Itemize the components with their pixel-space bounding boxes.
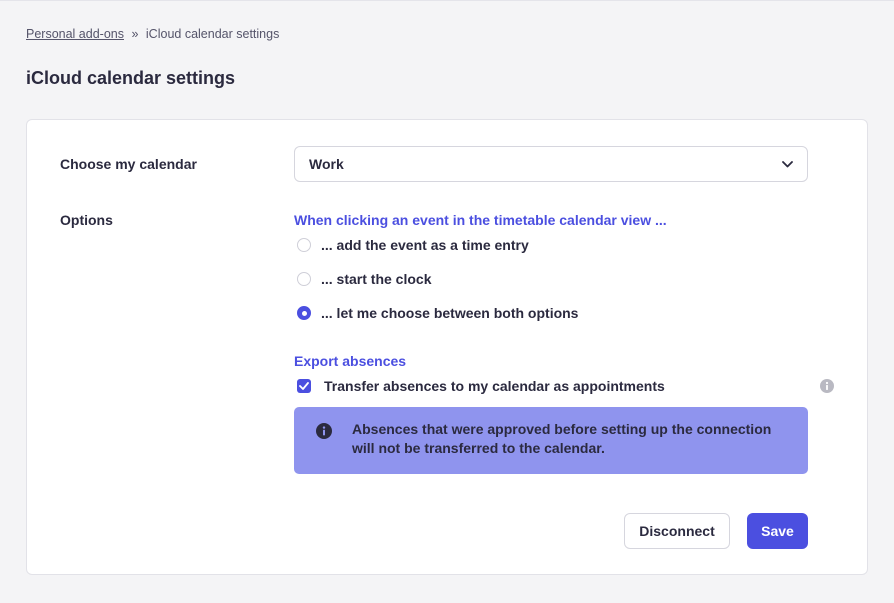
calendar-select-value: Work: [309, 156, 344, 172]
transfer-absences-checkbox-row[interactable]: Transfer absences to my calendar as appo…: [297, 378, 665, 394]
breadcrumb: Personal add-ons » iCloud calendar setti…: [26, 27, 279, 41]
radio-button[interactable]: [297, 238, 311, 252]
page-title: iCloud calendar settings: [26, 68, 236, 88]
breadcrumb-link-personal-add-ons[interactable]: Personal add-ons: [26, 27, 124, 41]
chevron-down-icon: [782, 160, 793, 167]
radio-add-time-entry[interactable]: ... add the event as a time entry: [297, 237, 529, 253]
radio-button[interactable]: [297, 272, 311, 286]
settings-card: Choose my calendar Work Options When cli…: [26, 119, 868, 575]
radio-start-clock[interactable]: ... start the clock: [297, 271, 431, 287]
info-circle-icon: [316, 423, 332, 439]
radio-choose-both[interactable]: ... let me choose between both options: [297, 305, 578, 321]
click-event-section-title: When clicking an event in the timetable …: [294, 212, 667, 228]
radio-button-checked[interactable]: [297, 306, 311, 320]
options-label: Options: [60, 212, 113, 228]
radio-label: ... let me choose between both options: [321, 305, 579, 321]
calendar-select[interactable]: Work: [294, 146, 808, 182]
checkmark-icon: [299, 382, 309, 390]
info-icon[interactable]: [820, 379, 834, 393]
breadcrumb-separator: »: [131, 27, 139, 41]
radio-label: ... add the event as a time entry: [321, 237, 529, 253]
transfer-absences-label: Transfer absences to my calendar as appo…: [324, 378, 665, 394]
breadcrumb-current: iCloud calendar settings: [145, 27, 280, 41]
save-button[interactable]: Save: [747, 513, 808, 549]
transfer-absences-checkbox[interactable]: [297, 379, 311, 393]
info-alert: Absences that were approved before setti…: [294, 407, 808, 474]
radio-label: ... start the clock: [321, 271, 432, 287]
alert-message: Absences that were approved before setti…: [352, 421, 772, 456]
export-absences-section-title: Export absences: [294, 353, 407, 369]
disconnect-button[interactable]: Disconnect: [624, 513, 730, 549]
choose-calendar-label: Choose my calendar: [60, 156, 197, 172]
